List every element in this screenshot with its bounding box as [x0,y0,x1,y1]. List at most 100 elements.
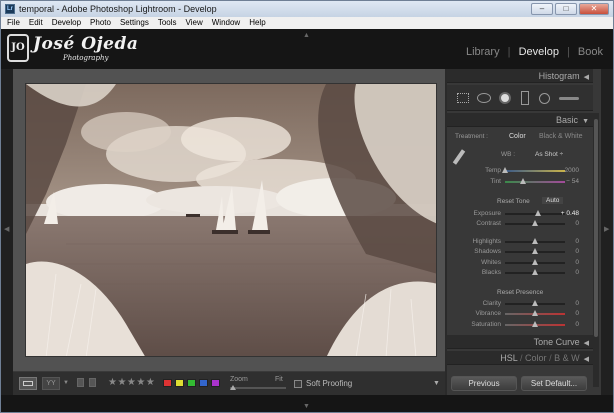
soft-proofing-label: Soft Proofing [306,379,353,388]
exposure-slider-knob[interactable] [535,210,541,216]
menu-file[interactable]: File [1,17,25,28]
vibrance-slider-knob[interactable] [532,310,538,316]
white-balance-eyedropper-icon[interactable] [452,149,466,165]
menu-help[interactable]: Help [245,17,270,28]
expand-left-arrow-icon[interactable]: ◀ [4,225,9,233]
before-after-button[interactable]: YY [42,377,60,390]
spot-removal-icon[interactable] [499,92,511,104]
hsl-separator: / [549,353,552,363]
color-label-swatch[interactable] [175,379,184,387]
treatment-color-option[interactable]: Color [509,133,526,140]
tint-value[interactable]: − 54 [566,178,579,185]
temp-slider-track[interactable] [505,170,565,172]
soft-proofing-checkbox[interactable] [294,380,302,388]
temp-slider-knob[interactable] [502,167,508,173]
blacks-label: Blacks [481,269,501,276]
clarity-slider-row: Clarity 0 [447,299,593,309]
clarity-slider-knob[interactable] [532,300,538,306]
menu-tools[interactable]: Tools [154,17,182,28]
contrast-value[interactable]: 0 [575,220,579,227]
hsl-panel-header[interactable]: HSL / Color / B & W ◀ [447,351,593,365]
saturation-slider-knob[interactable] [532,321,538,327]
menu-develop[interactable]: Develop [48,17,86,28]
clarity-value[interactable]: 0 [575,300,579,307]
shadows-value[interactable]: 0 [575,248,579,255]
shadows-label: Shadows [474,248,501,255]
module-book[interactable]: Book [578,46,603,58]
color-label-swatch[interactable] [187,379,196,387]
exposure-slider-row: Exposure + 0.48 [447,209,593,219]
reset-presence-button[interactable]: Reset Presence [497,289,543,296]
collapse-right-arrow-icon[interactable]: ▶ [604,225,609,233]
minimize-button[interactable]: – [531,3,553,15]
blacks-value[interactable]: 0 [575,269,579,276]
clarity-label: Clarity [482,300,501,307]
color-label-swatch[interactable] [211,379,220,387]
color-label-swatch[interactable] [199,379,208,387]
highlights-slider-knob[interactable] [532,238,538,244]
menu-view[interactable]: View [182,17,208,28]
exposure-value[interactable]: + 0.48 [561,210,579,217]
vibrance-value[interactable]: 0 [575,310,579,317]
previous-button[interactable]: Previous [451,376,517,391]
menu-settings[interactable]: Settings [116,17,154,28]
tint-slider-track[interactable] [505,181,565,183]
zoom-slider-knob[interactable] [230,385,236,390]
panel-scrollbar-thumb[interactable] [594,119,598,337]
crop-tool-icon[interactable] [477,93,491,103]
histogram-panel-header[interactable]: Histogram ◀ [447,69,593,83]
highlights-label: Highlights [472,238,501,245]
color-tab[interactable]: Color [525,353,547,363]
contrast-slider-knob[interactable] [532,220,538,226]
collapse-top-arrow-icon[interactable]: ▲ [303,32,310,39]
star-rating[interactable]: ★★★★★ [108,377,155,388]
menu-window[interactable]: Window [208,17,245,28]
toolbar-menu-icon[interactable]: ▼ [433,380,440,387]
whites-value[interactable]: 0 [575,259,579,266]
color-label-swatch[interactable] [163,379,172,387]
radial-filter-icon[interactable] [539,93,550,104]
expand-filmstrip-arrow-icon[interactable]: ▼ [303,403,310,410]
module-develop[interactable]: Develop [519,46,559,58]
lightroom-app-icon: Lr [5,4,15,14]
contrast-slider-row: Contrast 0 [447,219,593,229]
reset-tone-button[interactable]: Reset Tone [497,198,530,205]
infrared-lake-photo [26,84,436,356]
close-button[interactable]: ✕ [579,3,609,15]
zoom-slider[interactable] [230,385,286,390]
saturation-value[interactable]: 0 [575,321,579,328]
menu-photo[interactable]: Photo [86,17,116,28]
highlights-value[interactable]: 0 [575,238,579,245]
flag-reject-icon[interactable] [89,378,96,387]
blacks-slider-knob[interactable] [532,269,538,275]
treatment-bw-option[interactable]: Black & White [539,133,583,140]
wb-preset-select[interactable]: As Shot ÷ [535,151,563,158]
window-title: temporal - Adobe Photoshop Lightroom - D… [19,4,217,14]
tint-label: Tint [490,178,501,185]
flag-pick-icon[interactable] [77,378,84,387]
whites-label: Whites [481,259,501,266]
tone-curve-collapse-icon: ◀ [583,340,589,347]
basic-panel-header[interactable]: Basic ▼ [447,113,593,127]
loupe-view-button[interactable] [19,377,37,390]
shadows-slider-knob[interactable] [532,248,538,254]
tint-slider-knob[interactable] [520,178,526,184]
hsl-tab[interactable]: HSL [500,353,517,363]
graduated-filter-icon[interactable] [521,91,529,105]
adjustment-brush-icon[interactable] [559,97,579,100]
auto-tone-button[interactable]: Auto [542,197,564,204]
grid-tool-icon[interactable] [457,93,469,103]
whites-slider-row: Whites 0 [447,258,593,268]
hsl-collapse-icon: ◀ [583,356,589,363]
maximize-button[interactable]: □ [555,3,577,15]
menu-edit[interactable]: Edit [25,17,48,28]
tone-curve-panel-header[interactable]: Tone Curve ◀ [447,335,593,349]
tool-strip [447,85,593,111]
whites-slider-knob[interactable] [532,259,538,265]
photo-preview[interactable] [25,83,437,357]
bw-tab[interactable]: B & W [554,353,580,363]
set-default-button[interactable]: Set Default... [521,376,587,391]
temp-value[interactable]: 2000 [565,167,579,174]
before-after-dropdown-icon[interactable]: ▼ [63,380,69,386]
module-library[interactable]: Library [466,46,500,58]
